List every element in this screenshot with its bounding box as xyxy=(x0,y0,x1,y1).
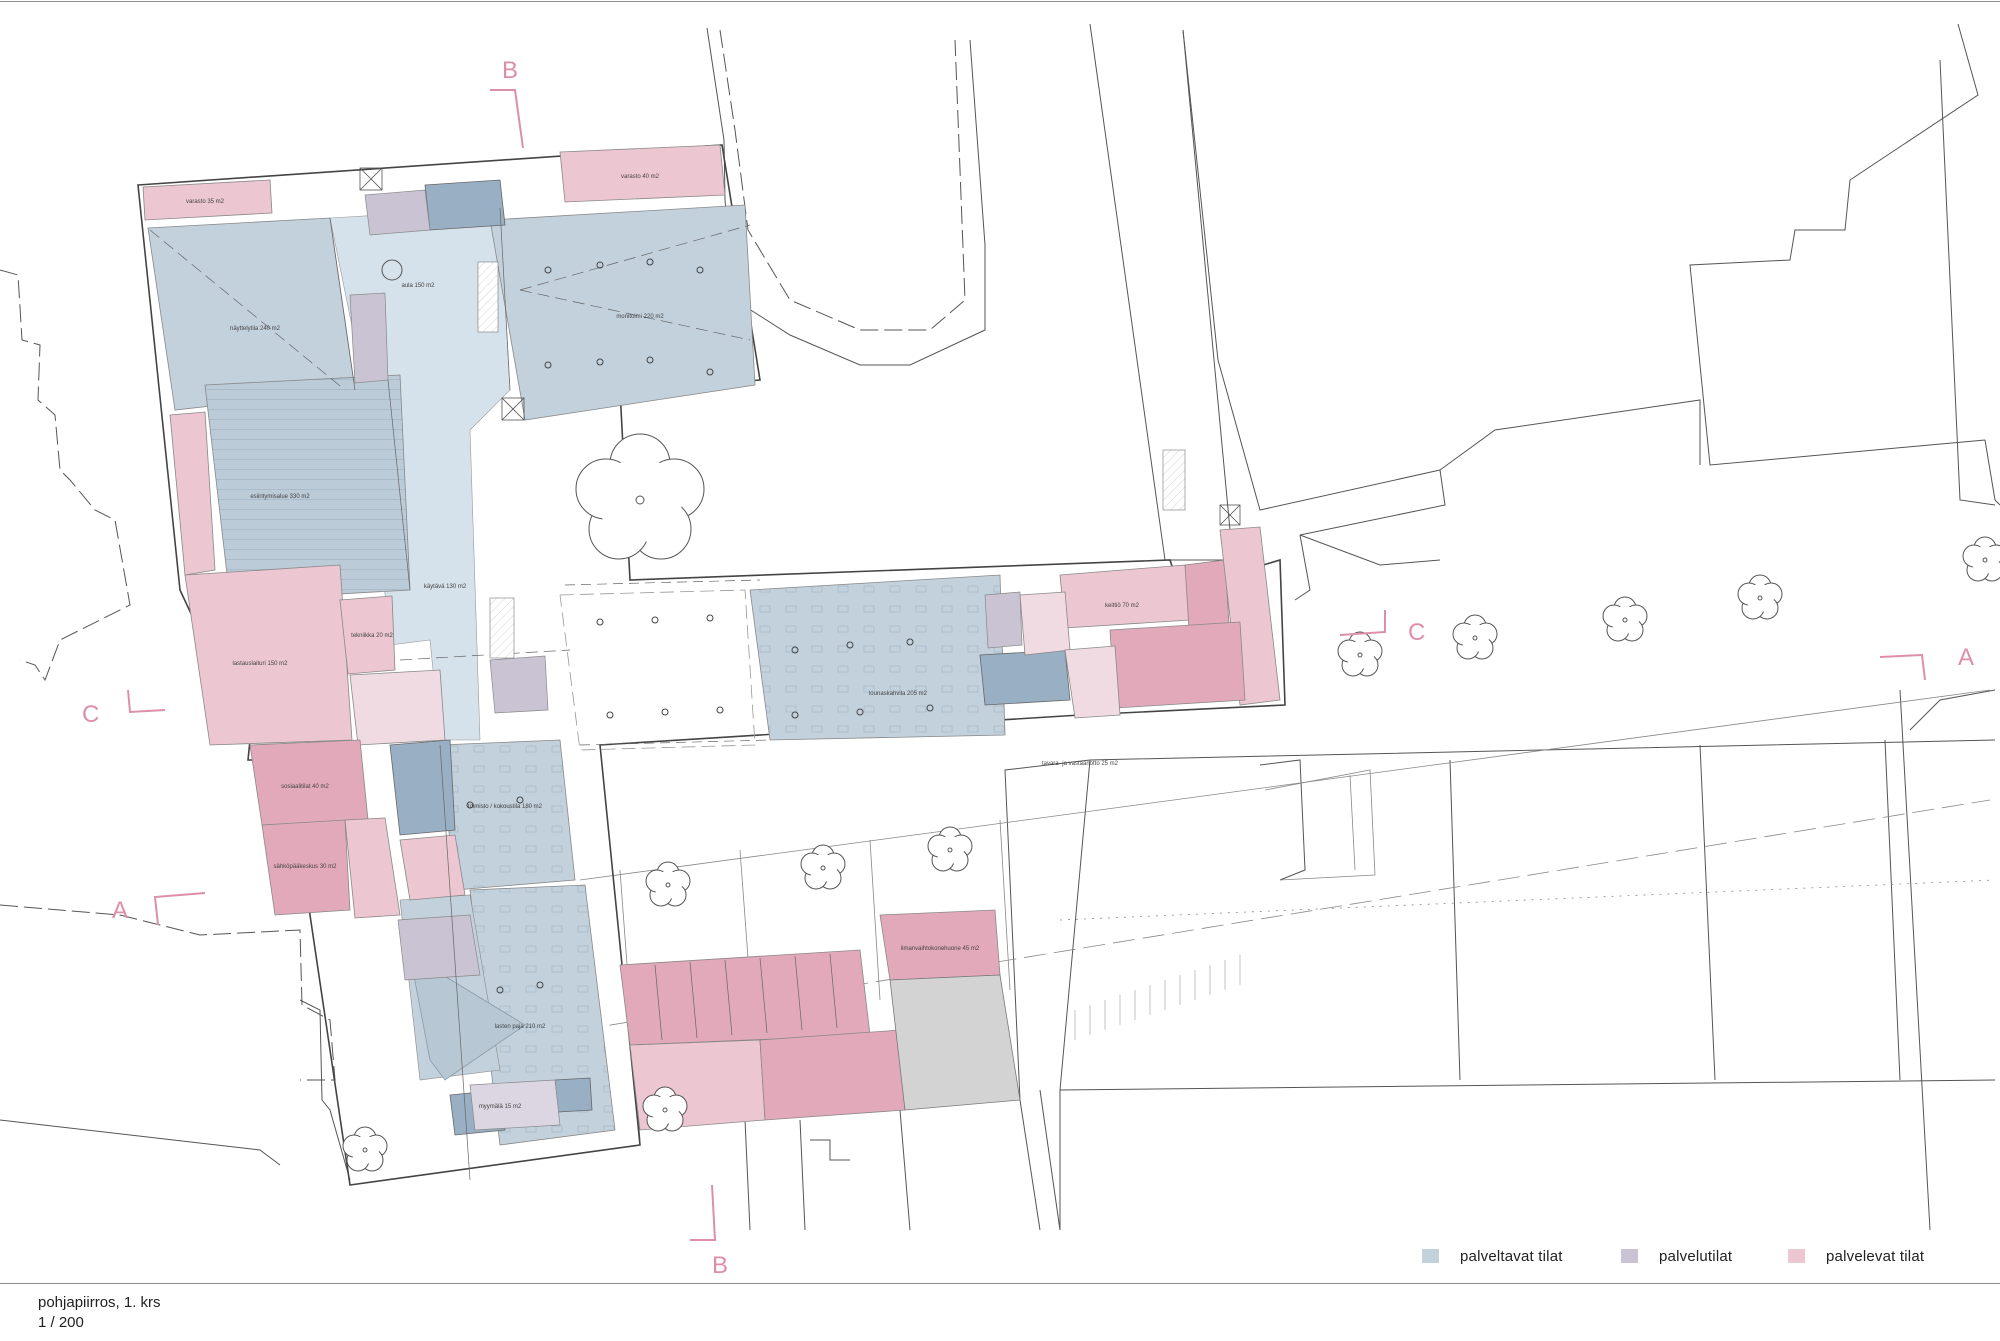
section-a-left-marker xyxy=(153,892,206,926)
room-label: ilmanvaihtokonehuone 45 m2 xyxy=(901,946,980,952)
shops-row xyxy=(619,949,871,1046)
kitchen xyxy=(1059,564,1191,629)
wc-block-top xyxy=(424,179,506,231)
section-a-left-label: A xyxy=(112,897,128,924)
section-c-left-label: C xyxy=(82,701,99,728)
room-label: sähköpääkeskus 30 m2 xyxy=(273,864,337,870)
room-label: myymälä 15 m2 xyxy=(479,1104,522,1110)
stage-area xyxy=(204,374,411,601)
drawing-scale: 1 / 200 xyxy=(38,1314,84,1331)
wc-block-right xyxy=(979,649,1071,706)
room-label: käytävä 130 m2 xyxy=(424,584,467,590)
room-label: monitoimi 220 m2 xyxy=(616,314,664,320)
kitchen-2 xyxy=(1019,591,1071,656)
pink-mid-left xyxy=(399,834,466,901)
grey-block xyxy=(889,974,1021,1111)
section-c-right-label: C xyxy=(1408,619,1425,646)
loading-dock xyxy=(184,564,353,746)
social-rooms xyxy=(249,739,369,826)
room-label: lasten paja 210 m2 xyxy=(495,1024,546,1030)
pink-corridor-left xyxy=(344,817,401,919)
room-label: tavara- ja vastaanotto 25 m2 xyxy=(1042,761,1119,767)
room-label: aula 150 m2 xyxy=(401,283,435,289)
section-c-left-marker xyxy=(127,689,166,714)
legend-swatch xyxy=(1788,1249,1805,1263)
room-label: keittiö 70 m2 xyxy=(1105,603,1140,609)
legend-label: palvelutilat xyxy=(1659,1247,1733,1265)
top-frame-line xyxy=(0,1,2000,2)
drawing-caption: pohjapiirros, 1. krs 1 / 200 xyxy=(38,1293,161,1333)
legend-swatch xyxy=(1621,1249,1638,1263)
section-b-top-marker xyxy=(490,89,524,149)
section-b-bottom-marker xyxy=(690,1184,717,1241)
parking-stalls xyxy=(1074,955,1241,1040)
legend-item-served: palveltavat tilat xyxy=(1422,1246,1563,1266)
room-label: varasto 35 m2 xyxy=(186,199,225,205)
room-label: esiintymisalue 330 m2 xyxy=(250,494,310,500)
small-pink-2 xyxy=(349,669,446,746)
room-label: toimisto / kokoustila 180 m2 xyxy=(468,804,543,810)
vent-room xyxy=(879,909,1001,981)
multipurpose-hall xyxy=(489,204,756,421)
room-label: lastauslaituri 150 m2 xyxy=(232,661,288,667)
legend-item-service: palvelutilat xyxy=(1621,1246,1732,1266)
bottom-frame-line xyxy=(0,1283,2000,1284)
drawing-title: pohjapiirros, 1. krs xyxy=(38,1294,161,1311)
room-label: näyttelytila 240 m2 xyxy=(230,326,281,332)
legend-swatch xyxy=(1422,1249,1439,1263)
section-b-top-label: B xyxy=(502,57,518,84)
side-room xyxy=(169,411,216,576)
legend-label: palvelevat tilat xyxy=(1826,1247,1925,1265)
room-label: varasto 40 m2 xyxy=(621,174,660,180)
room-label: tekniikka 20 m2 xyxy=(351,633,393,639)
floor-plan-drawing: varasto 35 m2 varasto 40 m2 näyttelytila… xyxy=(0,23,2000,1279)
shops-lower-2 xyxy=(759,1029,906,1121)
wc-block-bottom2 xyxy=(554,1077,593,1113)
room-label: sosiaalitilat 40 m2 xyxy=(281,784,329,790)
legend-item-serving: palvelevat tilat xyxy=(1788,1246,1924,1266)
receiving xyxy=(1109,621,1246,709)
section-c-right-marker xyxy=(1339,610,1386,636)
section-b-bottom-label: B xyxy=(712,1252,728,1279)
courtyard xyxy=(559,589,756,751)
receiving-2 xyxy=(1064,645,1121,719)
section-a-right-label: A xyxy=(1958,644,1974,671)
section-a-right-marker xyxy=(1879,653,1926,681)
cafe-hall xyxy=(749,574,1006,741)
room-label: lounaskahvila 205 m2 xyxy=(869,691,928,697)
legend-label: palveltavat tilat xyxy=(1460,1247,1563,1265)
